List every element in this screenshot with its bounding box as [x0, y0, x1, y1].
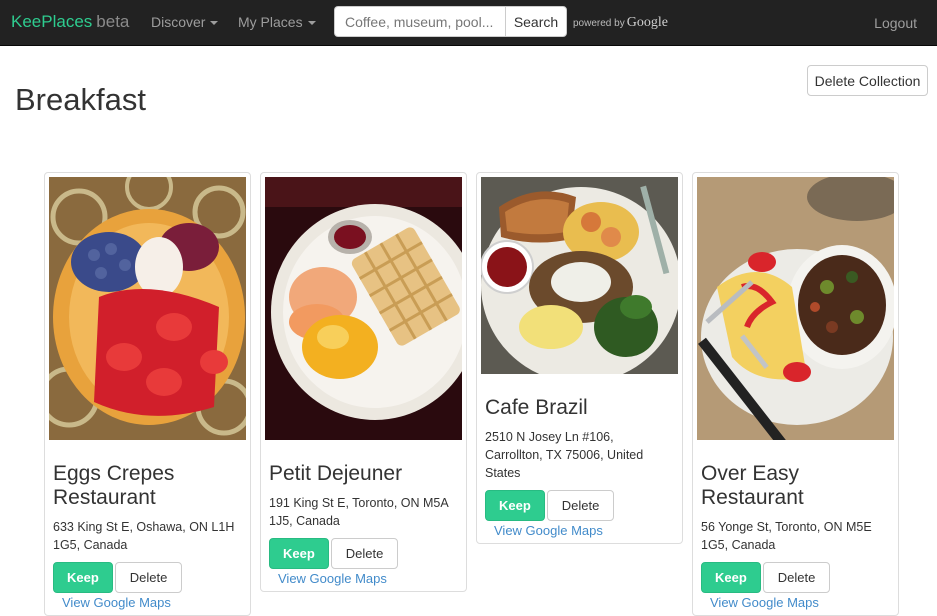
- crepes-photo[interactable]: [49, 177, 246, 440]
- caret-down-icon: [307, 21, 316, 26]
- place-address: 2510 N Josey Ln #106, Carrollton, TX 750…: [485, 430, 644, 480]
- brand-logo[interactable]: KeePlaces beta: [11, 12, 129, 32]
- keep-button[interactable]: Keep: [701, 562, 761, 593]
- powered-by-label: powered by: [573, 18, 625, 29]
- place-address: 191 King St E, Toronto, ON M5A 1J5, Cana…: [269, 496, 449, 528]
- delete-button[interactable]: Delete: [114, 562, 183, 593]
- search-button[interactable]: Search: [505, 6, 567, 37]
- page-title: Breakfast: [15, 82, 146, 117]
- view-google-maps-link[interactable]: View Google Maps: [494, 523, 674, 539]
- delete-button[interactable]: Delete: [330, 538, 399, 569]
- view-google-maps-link[interactable]: View Google Maps: [710, 595, 890, 611]
- keep-button[interactable]: Keep: [269, 538, 329, 569]
- nav-my-places-label: My Places: [238, 14, 303, 30]
- navbar: KeePlacesbeta Discover My Places Search …: [0, 0, 937, 46]
- place-card: Petit Dejeuner 191 King St E, Toronto, O…: [260, 172, 467, 592]
- logout-link[interactable]: Logout: [874, 15, 917, 31]
- place-card: Eggs Crepes Restaurant 633 King St E, Os…: [44, 172, 251, 616]
- view-google-maps-link[interactable]: View Google Maps: [62, 595, 242, 611]
- keep-button[interactable]: Keep: [53, 562, 113, 593]
- brand-beta-tag: beta: [96, 12, 130, 31]
- view-google-maps-link[interactable]: View Google Maps: [278, 571, 458, 587]
- nav-my-places-dropdown[interactable]: My Places: [238, 14, 316, 30]
- place-card: Cafe Brazil 2510 N Josey Ln #106, Carrol…: [476, 172, 683, 544]
- place-address: 633 King St E, Oshawa, ON L1H 1G5, Canad…: [53, 520, 235, 552]
- delete-button[interactable]: Delete: [546, 490, 615, 521]
- powered-by-google: powered by Google: [573, 13, 668, 31]
- waffle-photo[interactable]: [265, 177, 462, 440]
- place-name: Cafe Brazil: [485, 396, 588, 419]
- place-card: Over Easy Restaurant 56 Yonge St, Toront…: [692, 172, 899, 616]
- place-name: Over Easy Restaurant: [701, 462, 804, 509]
- nav-discover-dropdown[interactable]: Discover: [151, 14, 219, 30]
- breakfast-plate-photo[interactable]: [481, 177, 678, 374]
- caret-down-icon: [210, 21, 219, 26]
- keep-button[interactable]: Keep: [485, 490, 545, 521]
- nav-discover-label: Discover: [151, 14, 206, 30]
- place-name: Eggs Crepes Restaurant: [53, 462, 175, 509]
- brand-name: KeePlaces: [11, 12, 93, 31]
- omelette-photo[interactable]: [697, 177, 894, 440]
- search-input[interactable]: [334, 6, 506, 37]
- delete-collection-button[interactable]: Delete Collection: [807, 65, 928, 96]
- delete-button[interactable]: Delete: [762, 562, 831, 593]
- place-address: 56 Yonge St, Toronto, ON M5E 1G5, Canada: [701, 520, 872, 552]
- google-logo: Google: [626, 15, 668, 30]
- place-name: Petit Dejeuner: [269, 462, 403, 485]
